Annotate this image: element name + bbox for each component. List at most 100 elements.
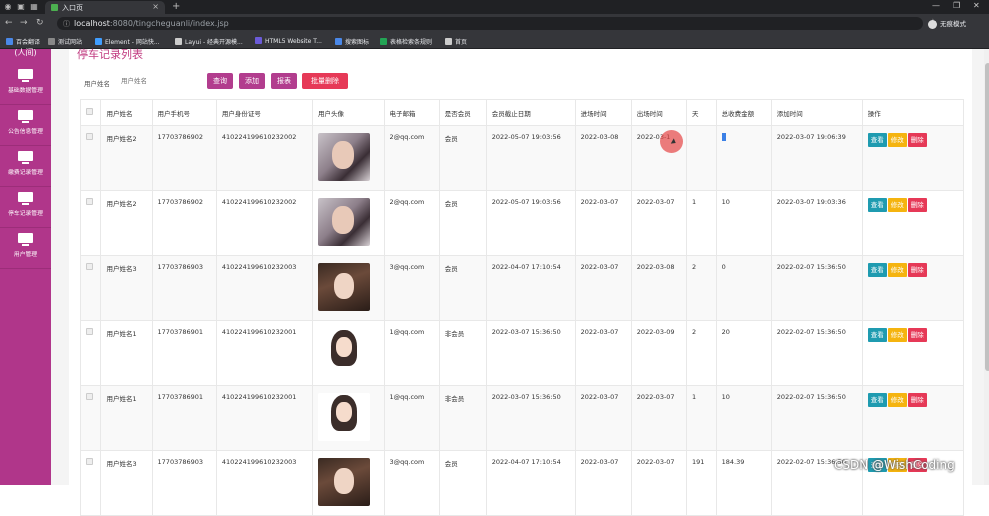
page-scrollbar[interactable] [984, 49, 989, 485]
avatar-image [317, 458, 370, 506]
bookmark-item[interactable]: 表格检索条规则 [380, 37, 432, 46]
restore-icon[interactable]: ❐ [953, 1, 960, 10]
url-input[interactable]: ⓘ localhost:8080/tingcheguanli/index.jsp… [57, 17, 937, 30]
row-select-cell[interactable] [79, 255, 102, 321]
bookmark-favicon-icon [95, 38, 102, 45]
sidebar-item[interactable]: 停车记录管理 [0, 188, 51, 228]
forward-icon[interactable]: → [20, 18, 28, 28]
monitor-icon [18, 151, 33, 165]
row-checkbox[interactable] [86, 133, 93, 140]
content-panel: 停车记录列表 用户姓名 查询 添加 报表 批量删除 用户姓名用户手机号用户身份证… [69, 48, 989, 516]
bookmark-item[interactable]: HTML5 Website T... [255, 37, 322, 45]
avatar-image [317, 263, 370, 311]
column-header: 添加时间 [770, 99, 863, 126]
edit-button[interactable]: 修改 [887, 198, 907, 212]
table-row[interactable]: 用户姓名2 17703786902 410224199610232002 2@qq.c… [79, 190, 965, 256]
column-header: 用户手机号 [151, 99, 217, 126]
monitor-icon [18, 110, 33, 124]
report-button[interactable]: 报表 [271, 73, 297, 89]
minimize-icon[interactable]: — [932, 1, 940, 10]
add-button[interactable]: 添加 [239, 73, 265, 89]
new-tab-icon[interactable]: + [172, 1, 180, 12]
column-header: 用户姓名 [100, 99, 153, 126]
tab-title: 入口页 [62, 4, 83, 12]
bookmark-item[interactable]: 搜索图标 [335, 37, 369, 46]
row-select-cell[interactable] [79, 125, 102, 191]
tab-search-icon[interactable]: ▣ [16, 2, 26, 12]
sidebar-item[interactable]: 用户管理 [0, 229, 51, 269]
view-button[interactable]: 查看 [867, 393, 887, 407]
bookmark-favicon-icon [380, 38, 387, 45]
reload-icon[interactable]: ↻ [36, 18, 44, 28]
tab-close-icon[interactable]: × [152, 2, 159, 11]
delete-button[interactable]: 删除 [907, 133, 927, 147]
row-select-cell[interactable] [79, 385, 102, 451]
row-checkbox[interactable] [86, 263, 93, 270]
row-select-cell[interactable] [79, 450, 102, 516]
view-button[interactable]: 查看 [867, 328, 887, 342]
table-row[interactable]: 用户姓名3 17703786903 410224199610232003 3@qq.c… [79, 450, 965, 516]
table-row[interactable]: 用户姓名1 17703786901 410224199610232001 1@qq.c… [79, 385, 965, 451]
view-button[interactable]: 查看 [867, 133, 887, 147]
site-info-icon[interactable]: ⓘ [63, 19, 70, 29]
select-all-cell[interactable] [79, 99, 102, 126]
active-tab[interactable]: 入口页 × [45, 1, 165, 14]
avatar-cell [311, 125, 385, 191]
cell-member: 非会员 [438, 385, 487, 451]
window-close-icon[interactable]: ✕ [973, 1, 980, 10]
cell-member: 会员 [438, 255, 487, 321]
scrollbar-thumb[interactable] [985, 63, 989, 371]
cell-exit: 2022-03-07 [630, 385, 687, 451]
search-label: 用户姓名 [84, 80, 110, 88]
edit-button[interactable]: 修改 [887, 263, 907, 277]
browser-menu-icon[interactable]: ◉ [3, 2, 13, 12]
delete-button[interactable]: 删除 [907, 393, 927, 407]
cell-days: 2 [685, 255, 717, 321]
edit-button[interactable]: 修改 [887, 393, 907, 407]
delete-button[interactable]: 删除 [907, 328, 927, 342]
incognito-badge[interactable]: 无痕模式 [928, 18, 966, 29]
row-checkbox[interactable] [86, 198, 93, 205]
batch-delete-button[interactable]: 批量删除 [302, 73, 348, 89]
back-icon[interactable]: ← [5, 18, 13, 28]
page-title: 停车记录列表 [77, 48, 143, 61]
table-row[interactable]: 用户姓名3 17703786903 410224199610232003 3@qq.c… [79, 255, 965, 321]
bookmark-item[interactable]: 百会翻译 [6, 37, 40, 46]
sidebar-item[interactable]: 基础数据管理 [0, 65, 51, 105]
cell-amount: 0 [715, 255, 772, 321]
row-select-cell[interactable] [79, 320, 102, 386]
row-actions: 查看 修改 删除 [861, 385, 965, 451]
query-button[interactable]: 查询 [207, 73, 233, 89]
search-input[interactable] [117, 73, 197, 88]
edit-button[interactable]: 修改 [887, 328, 907, 342]
table-row[interactable]: 用户姓名1 17703786901 410224199610232001 1@qq.c… [79, 320, 965, 386]
address-bar-row: ← → ↻ ⓘ localhost:8080/tingcheguanli/ind… [0, 14, 989, 33]
bookmark-item[interactable]: Element - 网站快... [95, 37, 160, 46]
select-all-checkbox[interactable] [86, 108, 93, 115]
row-select-cell[interactable] [79, 190, 102, 256]
cell-expire: 2022-03-07 15:36:50 [485, 385, 576, 451]
view-button[interactable]: 查看 [867, 198, 887, 212]
row-checkbox[interactable] [86, 393, 93, 400]
cell-phone: 17703786902 [151, 125, 217, 191]
table-row[interactable]: 用户姓名2 17703786902 410224199610232002 2@qq.c… [79, 125, 965, 191]
column-header: 用户头像 [311, 99, 385, 126]
view-button[interactable]: 查看 [867, 263, 887, 277]
table-header-row: 用户姓名 用户手机号 用户身份证号 用户头像 电子邮箱 是否会员 会员截止日期 进场时间 出场时… [79, 99, 965, 126]
cell-added: 2022-03-07 19:03:36 [770, 190, 863, 256]
bookmark-item[interactable]: 测试网站 [48, 37, 82, 46]
bookmark-item[interactable]: Layui - 经典开源模... [175, 37, 243, 46]
sidebar-item[interactable]: 公告信息管理 [0, 106, 51, 146]
row-checkbox[interactable] [86, 328, 93, 335]
row-checkbox[interactable] [86, 458, 93, 465]
sidebar-item[interactable]: 缴费记录管理 [0, 147, 51, 187]
monitor-icon [18, 69, 33, 83]
delete-button[interactable]: 删除 [907, 198, 927, 212]
delete-button[interactable]: 删除 [907, 263, 927, 277]
avatar-cell [311, 385, 385, 451]
cell-exit: 2022-03-07 [630, 190, 687, 256]
bookmark-item[interactable]: 首页 [445, 37, 467, 46]
tab-group-icon[interactable]: ▦ [29, 2, 39, 12]
edit-button[interactable]: 修改 [887, 133, 907, 147]
bookmark-favicon-icon [255, 37, 262, 44]
